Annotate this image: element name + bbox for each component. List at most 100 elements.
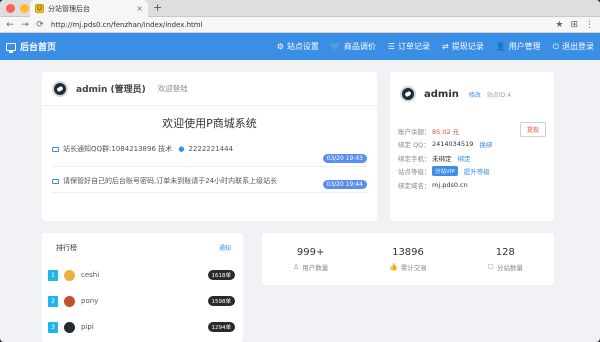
menu-label: 站点设置 bbox=[286, 42, 319, 51]
modify-link[interactable]: 修改 bbox=[469, 90, 481, 99]
avatar bbox=[400, 86, 416, 102]
notice-text: 请保管好自己的后台账号密码,订单未到账请于24小时内联系上级站长 bbox=[63, 177, 278, 185]
stat-label: 累计交易 bbox=[400, 263, 427, 272]
list-icon: ☰ bbox=[387, 42, 395, 51]
menu-label: 订单记录 bbox=[398, 42, 430, 51]
username: admin (管理员) bbox=[76, 85, 146, 95]
rank-count: 1618单 bbox=[207, 270, 235, 280]
rank-number: 3 bbox=[48, 321, 58, 333]
menu-label: 商品调价 bbox=[343, 42, 376, 51]
avatar bbox=[64, 269, 75, 281]
notice-text: 站长通知QQ群:1084213896 技术 bbox=[63, 145, 175, 153]
domain-value: mj.pds0.cn bbox=[432, 180, 468, 189]
new-tab-button[interactable]: + bbox=[153, 1, 162, 14]
list-item: 3 pipi 1294单 bbox=[48, 314, 235, 340]
rank-count: 1294单 bbox=[207, 322, 235, 332]
row-label: 站点等级： bbox=[398, 168, 431, 177]
row-label: 绑定 QQ： bbox=[398, 141, 430, 150]
profile-name: admin bbox=[424, 88, 459, 100]
stat-users: 999+ ♙ 用户数量 bbox=[262, 233, 359, 285]
row-label: 绑定手机： bbox=[398, 154, 431, 163]
bookmark-star-icon[interactable]: ★ bbox=[555, 20, 563, 30]
date-badge: 03/20 19:43 bbox=[322, 154, 367, 163]
stat-label: 用户数量 bbox=[302, 263, 329, 272]
notice-item: 站长通知QQ群:1084213896 技术 ● 2222221444 03/20… bbox=[52, 139, 367, 167]
menu-withdrawals[interactable]: ⇄ 提现记录 bbox=[442, 41, 484, 52]
forward-icon[interactable]: → bbox=[21, 20, 29, 30]
upgrade-link[interactable]: 提升等级 bbox=[464, 166, 490, 176]
extensions-icon[interactable]: ⊞ bbox=[570, 20, 578, 30]
reload-icon[interactable]: ⟳ bbox=[36, 20, 44, 30]
stat-value: 999+ bbox=[296, 246, 325, 258]
avatar bbox=[64, 321, 75, 333]
list-item: 1 ceshi 1618单 bbox=[48, 262, 235, 288]
welcome-title: 欢迎使用P商城系统 bbox=[162, 117, 257, 130]
list-item: 2 pony 1598单 bbox=[48, 288, 235, 314]
thumbs-up-icon: 👍 bbox=[389, 262, 398, 271]
rank-name: pony bbox=[81, 297, 99, 305]
notice-contact: 2222221444 bbox=[188, 145, 234, 153]
message-icon bbox=[52, 178, 59, 184]
power-icon: ⏻ bbox=[552, 41, 559, 51]
rank-count: 1598单 bbox=[207, 296, 235, 306]
tab-title: 分站管理后台 bbox=[48, 4, 90, 13]
stat-transactions: 13896 👍 累计交易 bbox=[359, 233, 456, 285]
brand[interactable]: 后台首页 bbox=[6, 40, 56, 53]
back-icon[interactable]: ← bbox=[6, 20, 14, 30]
rank-number: 1 bbox=[48, 269, 58, 281]
balance-row: 账户余额： 85.02 元 bbox=[398, 124, 546, 138]
qq-icon: ● bbox=[178, 145, 185, 153]
tab-close-icon[interactable]: × bbox=[136, 4, 143, 13]
welcome-card: admin (管理员) 欢迎登陆 欢迎使用P商城系统 站长通知QQ群:10842… bbox=[42, 72, 377, 221]
message-icon bbox=[52, 146, 59, 152]
menu-users[interactable]: 👤 用户管理 bbox=[496, 41, 541, 52]
close-window-button[interactable] bbox=[6, 4, 15, 13]
greeting: 欢迎登陆 bbox=[157, 84, 188, 93]
rebind-qq-link[interactable]: 换绑 bbox=[479, 139, 492, 149]
menu-logout[interactable]: ⏻ 退出登录 bbox=[553, 41, 594, 52]
gear-icon: ⚙ bbox=[276, 42, 284, 51]
stats-card: 999+ ♙ 用户数量 13896 👍 累计交易 128 ☐ 分站数量 bbox=[262, 233, 554, 285]
stat-substations: 128 ☐ 分站数量 bbox=[457, 233, 554, 285]
rank-name: pipi bbox=[81, 323, 94, 331]
balance-value: 85.02 元 bbox=[432, 127, 460, 136]
box-icon: ☐ bbox=[487, 262, 494, 271]
user-icon: ♙ bbox=[293, 262, 300, 271]
avatar bbox=[52, 80, 68, 97]
phone-row: 绑定手机： 未绑定 绑定 bbox=[398, 151, 546, 165]
browser-menu-icon[interactable]: ⋮ bbox=[585, 20, 594, 30]
phone-value: 未绑定 bbox=[432, 154, 452, 163]
menu-label: 提现记录 bbox=[451, 42, 484, 51]
stat-value: 128 bbox=[495, 246, 515, 258]
menu-price-adjust[interactable]: 🛒 商品调价 bbox=[331, 41, 376, 52]
rank-name: ceshi bbox=[81, 271, 100, 279]
date-badge: 03/20 19:44 bbox=[322, 180, 367, 189]
minimize-window-button[interactable] bbox=[20, 4, 29, 13]
monitor-icon bbox=[6, 42, 16, 53]
notice-item: 请保管好自己的后台账号密码,订单未到账请于24小时内联系上级站长 03/20 1… bbox=[52, 171, 367, 193]
exchange-icon: ⇄ bbox=[442, 42, 449, 51]
tab-bar: ☺ 分站管理后台 × + bbox=[0, 0, 600, 17]
leaderboard-title: 排行榜 bbox=[56, 244, 77, 252]
top-menu: ⚙ 站点设置 🛒 商品调价 ☰ 订单记录 ⇄ 提现记录 👤 用户管理 ⏻ 退出登 bbox=[277, 41, 594, 52]
qq-row: 绑定 QQ： 2414034519 换绑 bbox=[398, 138, 546, 152]
browser-window: ☺ 分站管理后台 × + ← → ⟳ http://mj.pds0.cn/fen… bbox=[0, 0, 600, 342]
bind-phone-link[interactable]: 绑定 bbox=[458, 153, 471, 163]
url-field[interactable]: http://mj.pds0.cn/fenzhan/index/index.ht… bbox=[51, 21, 548, 29]
level-row: 站点等级： 分站VIP 提升等级 bbox=[398, 165, 546, 179]
domain-row: 绑定域名： mj.pds0.cn bbox=[398, 178, 546, 192]
leaderboard-card: 排行榜 通知 1 ceshi 1618单 2 pony 1598单 3 pipi… bbox=[42, 233, 243, 342]
menu-site-settings[interactable]: ⚙ 站点设置 bbox=[277, 41, 319, 52]
browser-tab[interactable]: ☺ 分站管理后台 × bbox=[30, 0, 148, 17]
app-header: 后台首页 ⚙ 站点设置 🛒 商品调价 ☰ 订单记录 ⇄ 提现记录 👤 用户管理 bbox=[0, 33, 600, 60]
menu-orders[interactable]: ☰ 订单记录 bbox=[388, 41, 430, 52]
user-icon: 👤 bbox=[495, 42, 506, 51]
row-label: 账户余额： bbox=[398, 127, 431, 136]
stat-value: 13896 bbox=[392, 246, 424, 258]
qq-value: 2414034519 bbox=[432, 140, 474, 149]
profile-details: 账户余额： 85.02 元 绑定 QQ： 2414034519 换绑 绑定手机：… bbox=[398, 124, 546, 192]
cart-icon: 🛒 bbox=[330, 42, 341, 51]
row-label: 绑定域名： bbox=[398, 181, 431, 190]
leaderboard-link[interactable]: 通知 bbox=[219, 243, 231, 253]
brand-title: 后台首页 bbox=[20, 43, 57, 53]
